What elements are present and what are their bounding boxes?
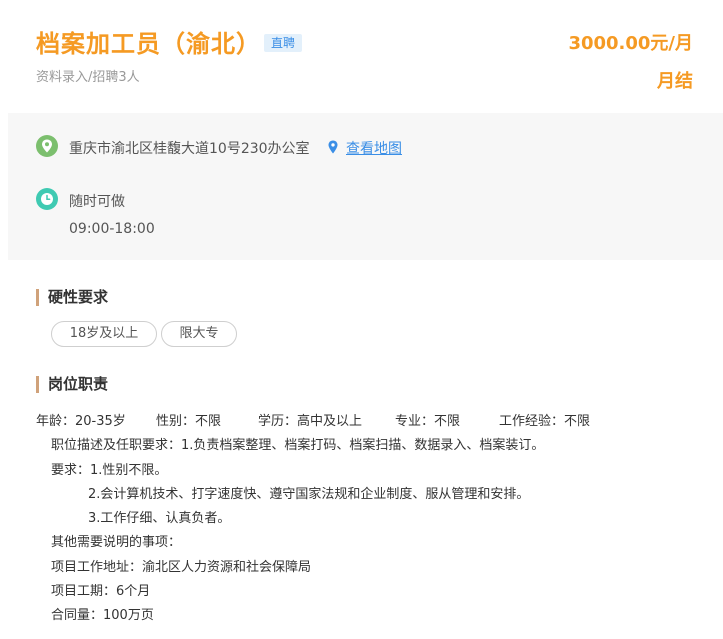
clock-icon bbox=[36, 188, 58, 210]
duty-line: 要求：1.性别不限。 bbox=[51, 462, 168, 478]
job-info-box: 重庆市渝北区桂馥大道10号230办公室 查看地图 随时可做 09:00-18:0… bbox=[8, 113, 723, 260]
duty-line: 职位描述及任职要求：1.负责档案整理、档案打码、档案扫描、数据录入、档案装订。 bbox=[51, 438, 545, 454]
requirements-heading: 硬性要求 bbox=[36, 289, 108, 306]
age-requirement-tag: 18岁及以上 bbox=[51, 321, 157, 347]
salary-amount: 3000.00元/月 bbox=[568, 33, 693, 54]
education-requirement-tag: 限大专 bbox=[161, 321, 237, 347]
major-requirement: 专业：不限 bbox=[395, 414, 461, 429]
duty-line: 项目工作地址：渝北区人力资源和社会保障局 bbox=[51, 559, 312, 575]
gender-requirement: 性别：不限 bbox=[156, 414, 222, 429]
duty-line: 项目工期：6个月 bbox=[51, 584, 151, 600]
job-meta-row: 年龄：20-35岁 性别：不限 学历：高中及以上 专业：不限 工作经验：不限 bbox=[36, 410, 590, 434]
work-address: 重庆市渝北区桂馥大道10号230办公室 bbox=[69, 141, 310, 157]
job-detail-page: 档案加工员（渝北） 直聘 资料录入/招聘3人 3000.00元/月 月结 重庆市… bbox=[0, 0, 723, 639]
location-icon bbox=[36, 135, 58, 157]
age-requirement: 年龄：20-35岁 bbox=[36, 414, 126, 429]
job-description: 年龄：20-35岁 性别：不限 学历：高中及以上 专业：不限 工作经验：不限 职位描述及… bbox=[36, 410, 590, 629]
duty-line: 其他需要说明的事项： bbox=[51, 535, 182, 551]
job-subtitle: 资料录入/招聘3人 bbox=[36, 70, 140, 85]
duty-line: 3.工作仔细、认真负者。 bbox=[88, 511, 231, 527]
duty-line: 合同量：100万页 bbox=[51, 608, 154, 624]
duty-line: 2.会计算机技术、打字速度快、遵守国家法规和企业制度、服从管理和安排。 bbox=[88, 486, 530, 502]
work-hours: 09:00-18:00 bbox=[69, 221, 155, 237]
map-pin-icon[interactable] bbox=[326, 140, 340, 154]
job-title: 档案加工员（渝北） bbox=[36, 30, 261, 58]
direct-hire-badge: 直聘 bbox=[264, 34, 303, 52]
duties-heading: 岗位职责 bbox=[36, 376, 108, 393]
education-requirement: 学历：高中及以上 bbox=[258, 414, 363, 429]
experience-requirement: 工作经验：不限 bbox=[499, 414, 591, 429]
view-map-link[interactable]: 查看地图 bbox=[346, 138, 402, 158]
job-header: 档案加工员（渝北） 直聘 资料录入/招聘3人 3000.00元/月 月结 bbox=[0, 0, 723, 113]
salary-settlement: 月结 bbox=[657, 71, 693, 92]
work-schedule: 随时可做 bbox=[69, 194, 125, 210]
